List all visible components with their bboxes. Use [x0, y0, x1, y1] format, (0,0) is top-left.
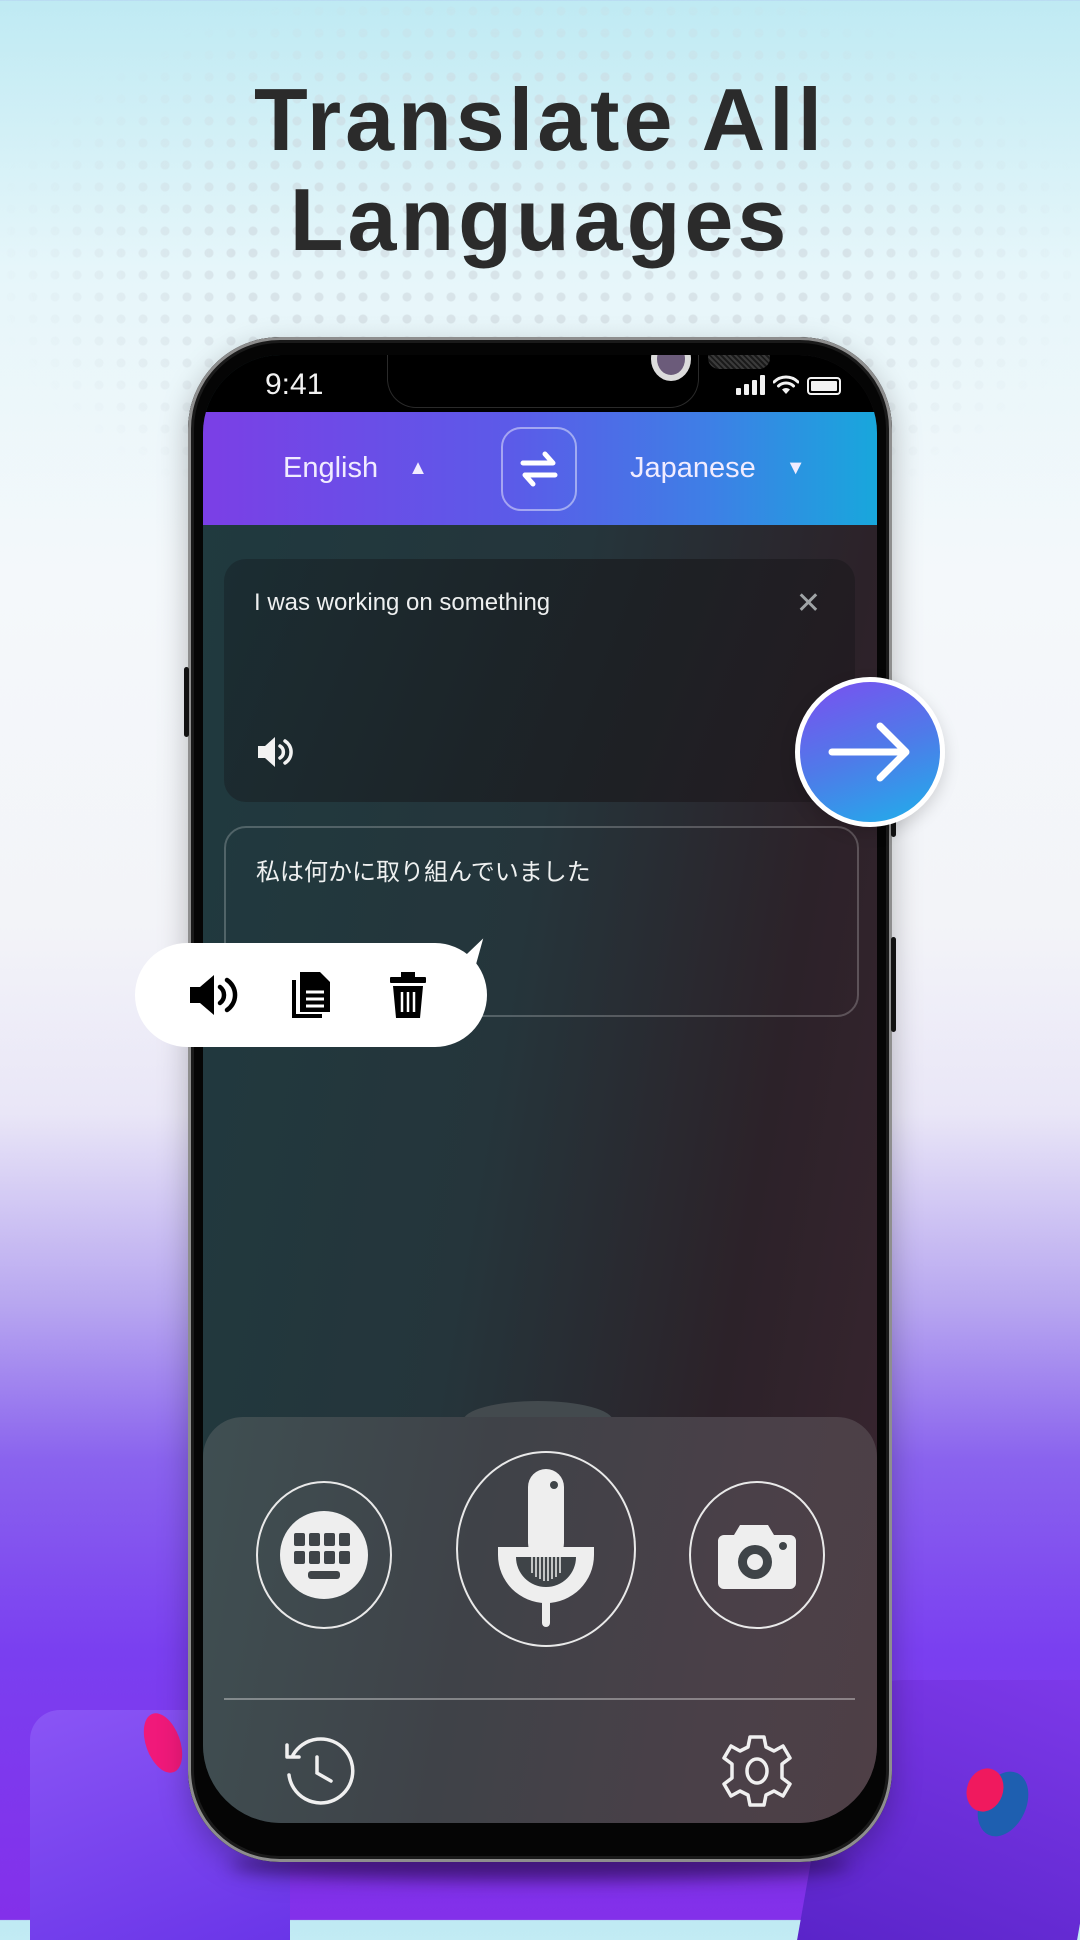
copy-icon — [291, 972, 330, 1018]
target-language-label: Japanese — [630, 452, 756, 484]
translate-button[interactable] — [795, 677, 945, 827]
swap-arrows-icon — [520, 451, 558, 487]
history-button[interactable] — [283, 1733, 355, 1814]
earpiece-speaker — [708, 355, 770, 369]
notch — [388, 355, 770, 407]
camera-icon — [718, 1525, 796, 1589]
battery-icon — [807, 377, 841, 395]
speaker-icon — [189, 975, 237, 1015]
target-language-selector[interactable]: Japanese ▼ — [630, 452, 806, 485]
language-bar: English ▲ Japanese ▼ — [203, 412, 877, 525]
headline-line-2: Languages — [289, 170, 791, 269]
caret-up-icon: ▲ — [408, 457, 428, 479]
status-bar: 9:41 — [203, 355, 877, 412]
output-actions-popover — [135, 943, 487, 1047]
settings-button[interactable] — [721, 1733, 793, 1814]
panel-divider — [224, 1698, 855, 1700]
camera-input-button[interactable] — [689, 1481, 825, 1629]
copy-translation-button[interactable] — [281, 965, 341, 1025]
speak-source-button[interactable] — [256, 735, 294, 774]
system-icons — [736, 375, 841, 395]
delete-translation-button[interactable] — [378, 965, 438, 1025]
history-icon — [285, 1737, 355, 1805]
keyboard-input-button[interactable] — [256, 1481, 392, 1629]
source-language-label: English — [283, 452, 379, 484]
status-time: 9:41 — [265, 368, 324, 401]
phone-side-button — [184, 667, 189, 737]
app-screen: 9:41 English ▲ Japanese ▼ I was working … — [203, 355, 877, 1823]
speak-translation-button[interactable] — [184, 965, 244, 1025]
microphone-icon — [498, 1469, 594, 1627]
gear-icon — [722, 1735, 792, 1807]
keyboard-icon — [280, 1511, 368, 1599]
translated-text: 私は何かに取り組んでいました — [256, 859, 591, 886]
front-camera — [657, 355, 685, 375]
source-text-card[interactable]: I was working on something ✕ — [224, 559, 855, 802]
source-language-selector[interactable]: English ▲ — [283, 452, 428, 485]
phone-side-button — [891, 937, 896, 1032]
headline-line-1: Translate All — [253, 70, 827, 169]
trash-icon — [390, 972, 427, 1018]
close-icon[interactable]: ✕ — [796, 589, 821, 619]
swap-languages-button[interactable] — [501, 427, 577, 511]
speaker-icon — [258, 737, 293, 767]
caret-down-icon: ▼ — [785, 457, 806, 479]
wifi-icon — [773, 375, 799, 394]
phone-frame: 9:41 English ▲ Japanese ▼ I was working … — [184, 337, 896, 1862]
arrow-right-icon — [828, 722, 910, 782]
signal-icon — [736, 375, 765, 395]
source-text[interactable]: I was working on something — [254, 589, 550, 617]
voice-input-button[interactable] — [456, 1451, 636, 1647]
